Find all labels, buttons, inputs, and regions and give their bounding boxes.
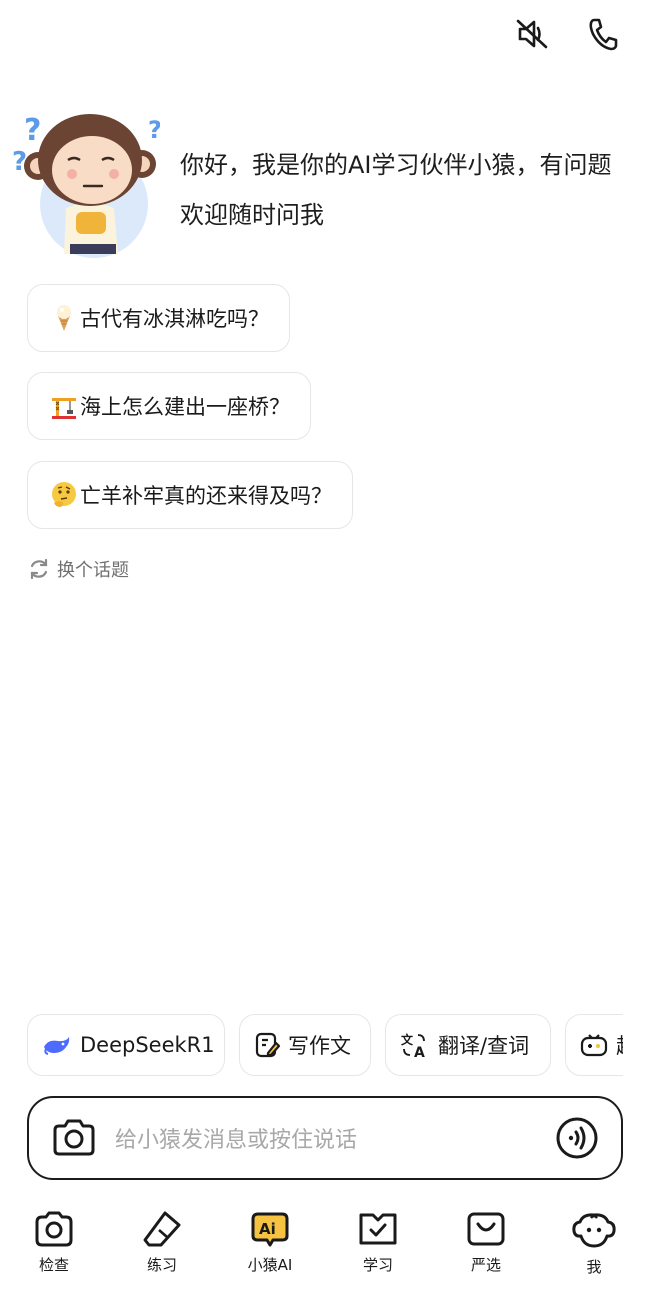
nav-check[interactable]: 检查 <box>11 1210 97 1275</box>
construction-crane-icon <box>50 391 78 421</box>
suggestion-text: 海上怎么建出一座桥？ <box>80 395 290 419</box>
monkey-mascot-avatar: ? ? ? <box>10 108 162 260</box>
tool-translate-button[interactable]: 文 A 翻译/查词 <box>385 1014 551 1076</box>
ai-bubble-icon: Ai <box>251 1212 289 1247</box>
tool-label: 翻译/查词 <box>438 1034 530 1058</box>
svg-text:A: A <box>414 1045 425 1059</box>
tool-write-essay-button[interactable]: 写作文 <box>239 1014 371 1076</box>
nav-study[interactable]: 学习 <box>335 1210 421 1275</box>
refresh-icon <box>30 558 48 580</box>
svg-text:Ai: Ai <box>259 1220 276 1238</box>
write-essay-icon <box>255 1032 280 1058</box>
voice-input-icon[interactable] <box>555 1116 599 1164</box>
nav-label: 小猿AI <box>247 1256 293 1274</box>
tool-more-button[interactable]: 超 <box>565 1014 623 1076</box>
nav-xiaoyuan-ai[interactable]: Ai 小猿AI <box>227 1210 313 1275</box>
nav-me[interactable]: 我 <box>551 1210 637 1277</box>
translate-icon: 文 A <box>401 1032 425 1059</box>
refresh-label: 换个话题 <box>57 560 129 581</box>
nav-label: 严选 <box>470 1256 501 1274</box>
tool-label: 写作文 <box>288 1034 351 1058</box>
tool-label: 超 <box>616 1030 623 1060</box>
bottom-navigation: 检查 练习 Ai 小猿AI 学习 严选 我 <box>0 1210 650 1290</box>
refresh-topics-button[interactable]: 换个话题 <box>27 556 129 582</box>
message-input-placeholder[interactable]: 给小猿发消息或按住说话 <box>115 1122 357 1154</box>
thinking-face-icon <box>50 480 78 510</box>
svg-text:?: ? <box>148 116 160 144</box>
speaker-mute-icon[interactable] <box>512 14 552 54</box>
nav-label: 练习 <box>146 1256 177 1274</box>
deepseek-whale-icon <box>44 1037 70 1055</box>
eraser-icon <box>143 1211 181 1247</box>
ice-cream-icon <box>50 303 78 333</box>
suggestion-text: 亡羊补牢真的还来得及吗？ <box>80 484 332 508</box>
suggestion-text: 古代有冰淇淋吃吗？ <box>80 307 269 331</box>
nav-practice[interactable]: 练习 <box>119 1210 205 1275</box>
nav-label: 学习 <box>362 1256 393 1274</box>
suggestion-chip[interactable]: 海上怎么建出一座桥？ <box>27 372 311 440</box>
book-check-icon <box>359 1213 397 1245</box>
nav-label: 检查 <box>38 1256 69 1274</box>
suggestion-chip[interactable]: 亡羊补牢真的还来得及吗？ <box>27 461 353 529</box>
svg-text:文: 文 <box>401 1032 414 1047</box>
camera-check-icon <box>35 1211 73 1247</box>
profile-monkey-icon <box>572 1213 616 1248</box>
svg-text:?: ? <box>24 113 41 148</box>
nav-label: 我 <box>586 1258 602 1276</box>
message-input-bar[interactable]: 给小猿发消息或按住说话 <box>27 1096 623 1180</box>
gamepad-icon <box>580 1034 608 1057</box>
suggestion-chip[interactable]: 古代有冰淇淋吃吗？ <box>27 284 290 352</box>
tool-deepseek-button[interactable]: DeepSeekR1 <box>27 1014 225 1076</box>
phone-icon[interactable] <box>583 14 623 54</box>
tool-label: DeepSeekR1 <box>80 1033 215 1057</box>
tool-shortcuts-row: DeepSeekR1 写作文 文 A 翻译/查词 超 <box>27 1014 623 1076</box>
nav-mall[interactable]: 严选 <box>443 1210 529 1275</box>
greeting-message: 你好，我是你的AI学习伙伴小猿，有问题欢迎随时问我 <box>180 151 612 229</box>
camera-icon[interactable] <box>51 1118 97 1162</box>
shopping-bag-icon <box>467 1212 505 1246</box>
